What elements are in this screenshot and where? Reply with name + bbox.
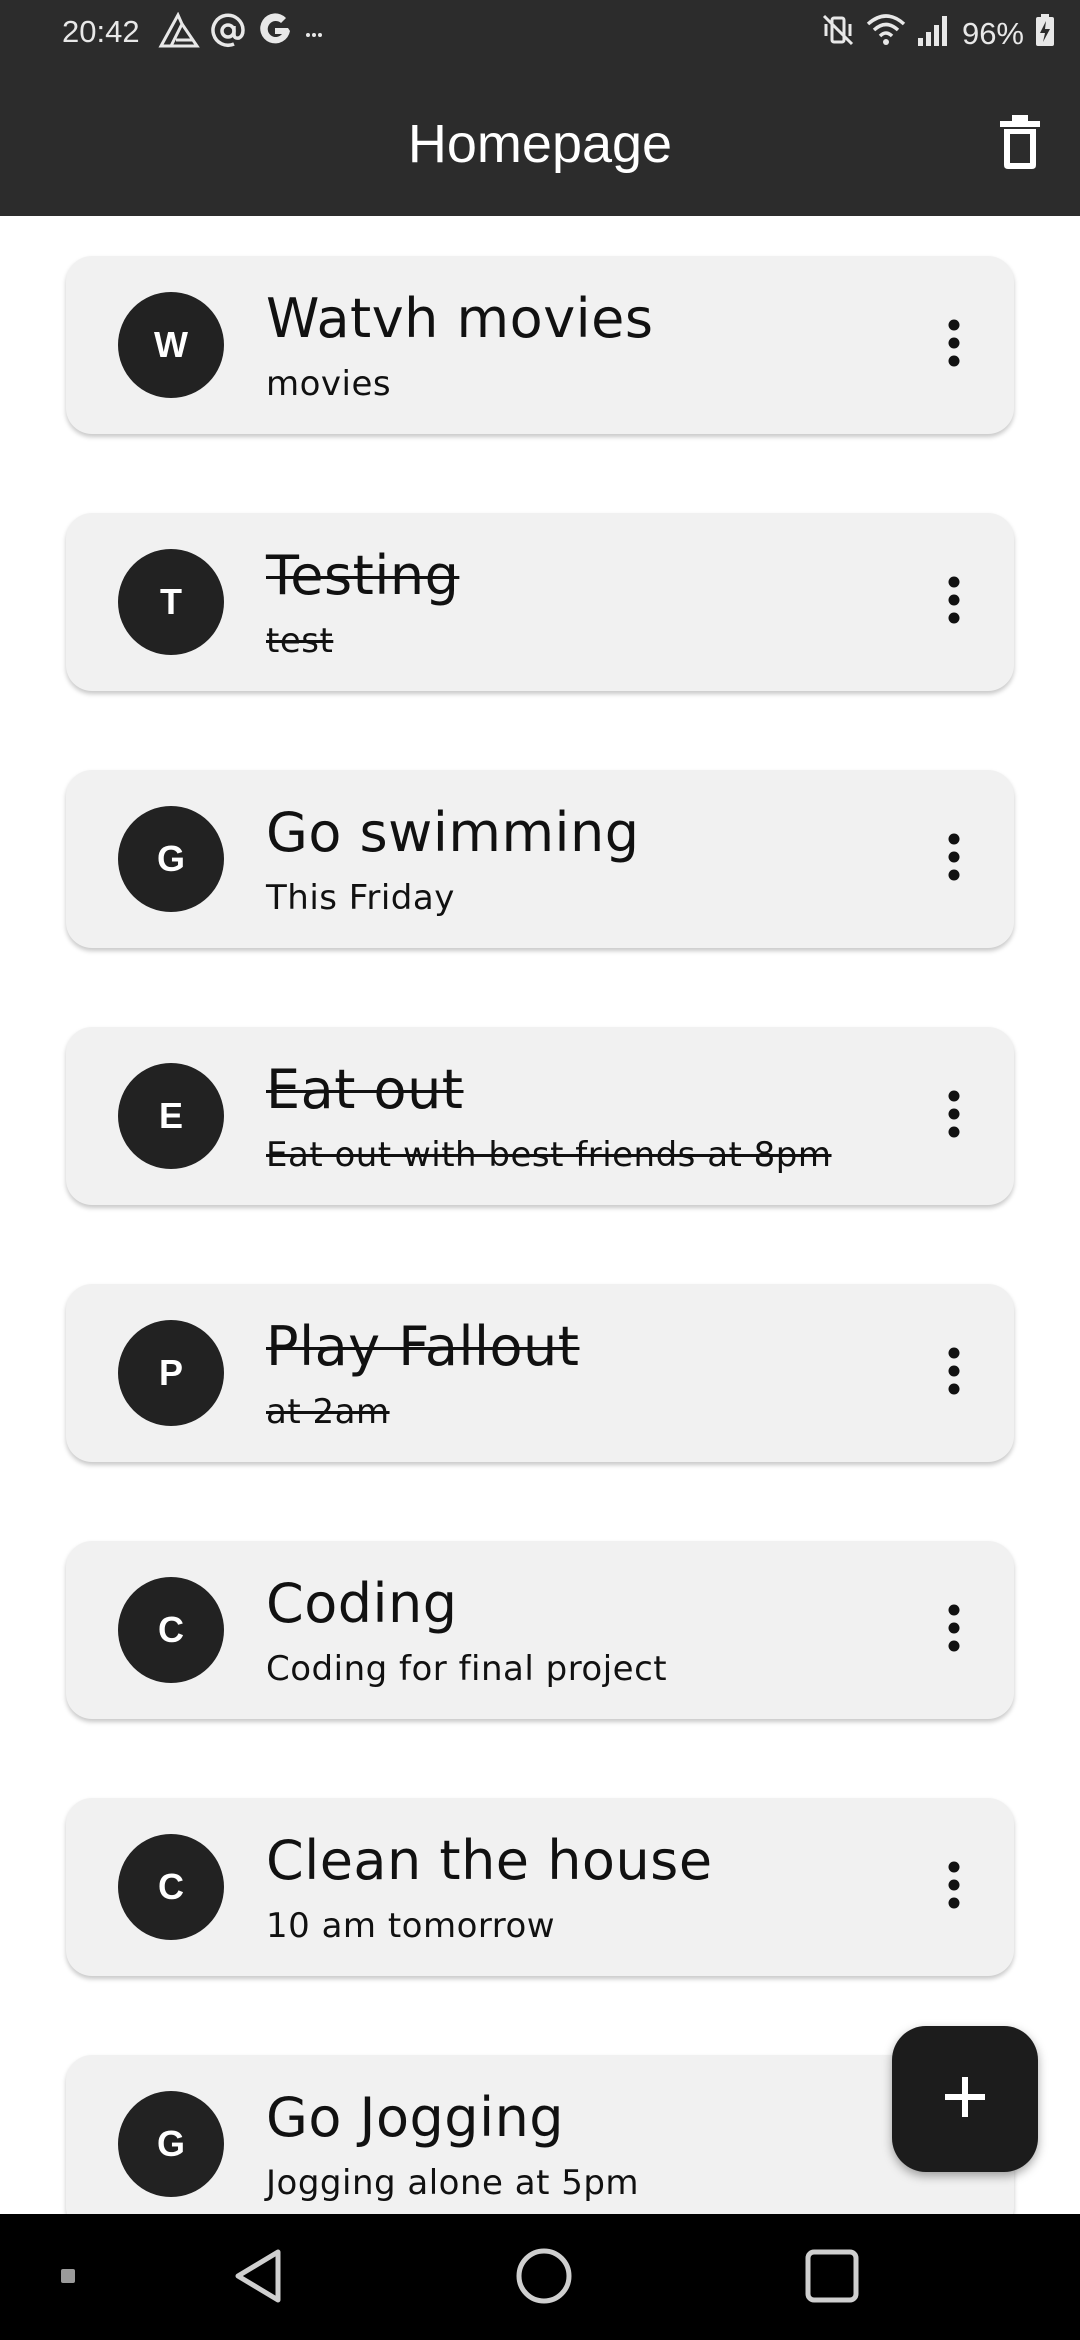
add-task-button[interactable] (892, 2026, 1038, 2172)
more-vertical-icon (947, 575, 961, 629)
task-options-button[interactable] (934, 824, 974, 894)
task-subtitle: Eat out with best friends at 8pm (266, 1135, 832, 1175)
battery-percentage: 96% (961, 16, 1024, 51)
task-card[interactable]: P Play Fallout at 2am (66, 1284, 1014, 1462)
task-title: Coding (266, 1572, 458, 1635)
task-subtitle: at 2am (266, 1392, 390, 1432)
overview-button[interactable] (792, 2240, 872, 2316)
recents-dot-button[interactable] (28, 2240, 108, 2316)
more-vertical-icon (947, 832, 961, 886)
task-title: Play Fallout (266, 1315, 580, 1378)
task-options-button[interactable] (934, 1081, 974, 1151)
task-avatar: G (118, 806, 224, 912)
task-avatar: G (118, 2091, 224, 2197)
system-navigation-bar (0, 2214, 1080, 2340)
more-vertical-icon (947, 1860, 961, 1914)
task-options-button[interactable] (934, 1852, 974, 1922)
task-subtitle: Coding for final project (266, 1649, 668, 1689)
at-sign-icon (210, 13, 246, 57)
page-title: Homepage (407, 114, 673, 174)
task-title: Eat out (266, 1058, 464, 1121)
back-icon (230, 2246, 286, 2310)
more-vertical-icon (947, 1089, 961, 1143)
task-subtitle: movies (266, 364, 392, 404)
google-icon (256, 12, 294, 58)
delete-all-button[interactable] (986, 110, 1054, 178)
task-card[interactable]: T Testing test (66, 513, 1014, 691)
notification-icons (158, 11, 324, 58)
task-card[interactable]: C Coding Coding for final project (66, 1541, 1014, 1719)
task-avatar: C (118, 1834, 224, 1940)
recents-dot-icon (58, 2266, 78, 2290)
task-subtitle: This Friday (266, 878, 455, 918)
task-options-button[interactable] (934, 1595, 974, 1665)
back-button[interactable] (218, 2240, 298, 2316)
task-title: Clean the house (266, 1829, 713, 1892)
task-avatar: P (118, 1320, 224, 1426)
task-list[interactable]: W Watvh movies movies T Testing test G Go swimm… (0, 216, 1080, 2214)
overview-icon (802, 2246, 862, 2310)
task-card[interactable]: G Go Jogging Jogging alone at 5pm (66, 2055, 1014, 2214)
trash-icon (998, 115, 1042, 173)
task-avatar: W (118, 292, 224, 398)
task-card[interactable]: E Eat out Eat out with best friends at 8pm (66, 1027, 1014, 1205)
task-options-button[interactable] (934, 310, 974, 380)
more-vertical-icon (947, 1603, 961, 1657)
cell-signal-icon (916, 12, 952, 56)
plus-icon (943, 2075, 987, 2123)
task-title: Go Jogging (266, 2086, 565, 2149)
task-subtitle: test (266, 621, 334, 661)
status-bar: 20:42 96% (0, 0, 1080, 66)
task-avatar: E (118, 1063, 224, 1169)
system-status-icons: 96% (820, 12, 1056, 56)
task-avatar: C (118, 1577, 224, 1683)
task-subtitle: Jogging alone at 5pm (266, 2163, 640, 2203)
task-card[interactable]: G Go swimming This Friday (66, 770, 1014, 948)
status-time: 20:42 (62, 14, 140, 49)
task-subtitle: 10 am tomorrow (266, 1906, 556, 1946)
task-card[interactable]: C Clean the house 10 am tomorrow (66, 1798, 1014, 1976)
task-options-button[interactable] (934, 567, 974, 637)
app-header: 20:42 96% Homepage (0, 0, 1080, 216)
home-button[interactable] (504, 2240, 584, 2316)
more-notifications-icon (304, 13, 324, 57)
task-card[interactable]: W Watvh movies movies (66, 256, 1014, 434)
battery-charging-icon (1034, 12, 1056, 56)
more-vertical-icon (947, 318, 961, 372)
sketch-app-icon (158, 11, 200, 58)
task-title: Watvh movies (266, 287, 654, 350)
more-vertical-icon (947, 1346, 961, 1400)
task-title: Go swimming (266, 801, 640, 864)
task-avatar: T (118, 549, 224, 655)
mute-vibrate-icon (820, 12, 856, 56)
task-options-button[interactable] (934, 1338, 974, 1408)
task-title: Testing (266, 544, 460, 607)
wifi-icon (866, 12, 906, 56)
home-icon (514, 2246, 574, 2310)
